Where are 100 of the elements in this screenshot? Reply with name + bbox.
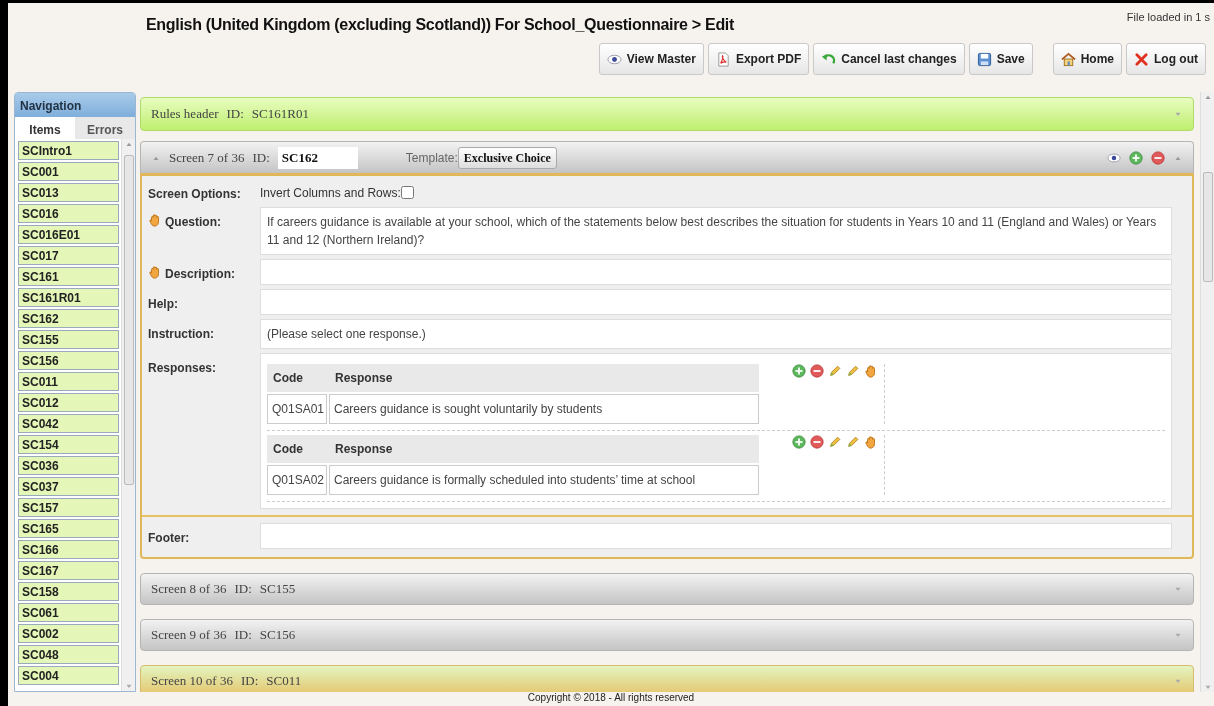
response-cell[interactable]: Careers guidance is sought voluntarily by students [329, 394, 759, 424]
code-cell[interactable]: Q01SA01 [267, 394, 327, 424]
option-label: Invert Columns and Rows: [260, 184, 401, 202]
navigation-item[interactable]: SC017 [18, 246, 119, 265]
section-title: Screen 8 of 36 [151, 580, 227, 599]
code-cell[interactable]: Q01SA02 [267, 465, 327, 495]
navigation-item[interactable]: SC155 [18, 330, 119, 349]
navigation-item[interactable]: SC012 [18, 393, 119, 412]
status-text: File loaded in 1 s [1126, 10, 1210, 25]
field-label: Responses: [148, 360, 217, 377]
remove-icon[interactable] [810, 364, 824, 378]
tab[interactable]: Items [15, 117, 75, 139]
navigation-item[interactable]: SC157 [18, 498, 119, 517]
navigation-item[interactable]: SC037 [18, 477, 119, 496]
template-label: Template: [405, 149, 458, 167]
pencil-icon[interactable] [846, 364, 860, 378]
id-label: ID: [234, 626, 252, 645]
add-icon[interactable] [1129, 150, 1143, 165]
navigation-item[interactable]: SC165 [18, 519, 119, 538]
add-icon[interactable] [792, 435, 806, 449]
navigation-item[interactable]: SC042 [18, 414, 119, 433]
id-label: ID: [240, 672, 259, 691]
column-heading: Response [334, 441, 394, 458]
section-title: Screen 10 of 36 [151, 672, 233, 691]
scrollbar[interactable] [1200, 92, 1214, 692]
toolbar-button[interactable]: Export PDF [707, 43, 810, 75]
id-value: SC161R01 [251, 105, 309, 124]
navigation-item[interactable]: SC036 [18, 456, 119, 475]
panel-title: Navigation [15, 93, 135, 117]
navigation-item[interactable]: SC013 [18, 183, 119, 202]
eye-icon[interactable] [1107, 150, 1121, 165]
field-label: Footer: [148, 530, 190, 547]
toolbar-button[interactable]: Save [968, 43, 1033, 75]
response-cell[interactable]: Careers guidance is formally scheduled into students’ time at school [329, 465, 759, 495]
close-icon [1134, 51, 1149, 67]
scrollbar[interactable] [121, 139, 135, 691]
pencil-icon[interactable] [828, 364, 842, 378]
page-title: English (United Kingdom (excluding Scotland)) For School_Questionnaire > Edit [146, 15, 735, 35]
logout-button[interactable]: Log out [1126, 43, 1206, 75]
home-icon [1060, 51, 1076, 67]
pencil-icon[interactable] [846, 435, 860, 449]
navigation-item[interactable]: SC002 [18, 624, 119, 643]
template-button[interactable]: Exclusive Choice [457, 146, 557, 169]
home-button[interactable]: Home [1052, 43, 1122, 75]
screen-header[interactable]: Screen 10 of 36 ID: SC011 [140, 665, 1194, 692]
rules-header[interactable]: Rules header ID: SC161R01 [140, 97, 1194, 131]
navigation-item[interactable]: SC048 [18, 645, 119, 664]
add-icon[interactable] [792, 364, 806, 378]
navigation-item[interactable]: SC167 [18, 561, 119, 580]
field-label: Screen Options: [148, 186, 241, 203]
hand-icon[interactable] [864, 364, 878, 378]
navigation-item[interactable]: SCIntro1 [18, 141, 119, 160]
section-title: Screen 7 of 36 [169, 148, 245, 167]
column-heading: Code [272, 370, 304, 387]
field-label: Help: [148, 296, 178, 313]
text-field[interactable] [260, 259, 1172, 285]
navigation-item[interactable]: SC161R01 [18, 288, 119, 307]
tab[interactable]: Errors [75, 117, 135, 139]
pdf-icon [715, 51, 731, 67]
navigation-item[interactable]: SC166 [18, 540, 119, 559]
navigation-item[interactable]: SC161 [18, 267, 119, 286]
field-label: Instruction: [148, 326, 214, 343]
hand-icon[interactable] [864, 435, 878, 449]
screen-header[interactable]: Screen 9 of 36 ID: SC156 [140, 619, 1194, 651]
text-field[interactable] [260, 289, 1172, 315]
scroll-thumb[interactable] [1202, 172, 1213, 282]
hand-icon[interactable] [148, 265, 162, 279]
section-title: Screen 9 of 36 [151, 626, 227, 645]
navigation-item[interactable]: SC001 [18, 162, 119, 181]
toolbar-button[interactable]: Cancel last changes [813, 43, 965, 75]
field-label: Description: [165, 266, 235, 283]
id-label: ID: [252, 148, 270, 167]
navigation-item[interactable]: SC154 [18, 435, 119, 454]
pencil-icon[interactable] [828, 435, 842, 449]
field-label: Question: [165, 214, 221, 231]
remove-icon[interactable] [810, 435, 824, 449]
navigation-item[interactable]: SC158 [18, 582, 119, 601]
column-heading: Response [334, 370, 394, 387]
toolbar-button[interactable]: View Master [598, 43, 704, 75]
section-title: Rules header [151, 105, 219, 124]
navigation-item[interactable]: SC162 [18, 309, 119, 328]
navigation-item[interactable]: SC016 [18, 204, 119, 223]
id-value: SC011 [266, 672, 302, 691]
scroll-thumb[interactable] [123, 155, 134, 485]
screen-header[interactable]: Screen 7 of 36 ID: SC162 Template: Exclusive Choice [140, 141, 1194, 173]
screen-header[interactable]: Screen 8 of 36 ID: SC155 [140, 573, 1194, 605]
navigation-item[interactable]: SC061 [18, 603, 119, 622]
text-field[interactable]: (Please select one response.) [260, 319, 1172, 349]
id-field[interactable]: SC162 [277, 146, 358, 169]
id-label: ID: [226, 105, 244, 124]
checkbox[interactable] [400, 186, 414, 199]
navigation-item[interactable]: SC004 [18, 666, 119, 685]
remove-icon[interactable] [1151, 150, 1165, 165]
navigation-item[interactable]: SC011 [18, 372, 119, 391]
text-field[interactable] [260, 523, 1172, 549]
navigation-item[interactable]: SC156 [18, 351, 119, 370]
navigation-item[interactable]: SC016E01 [18, 225, 119, 244]
column-heading: Code [272, 441, 304, 458]
text-field[interactable]: If careers guidance is available at your school, which of the statements below best describes the situation for students in Years 10 and 11 (England and Wales) or Years 11 and 12 (Northern Ireland)? [260, 207, 1172, 255]
hand-icon[interactable] [148, 213, 162, 227]
